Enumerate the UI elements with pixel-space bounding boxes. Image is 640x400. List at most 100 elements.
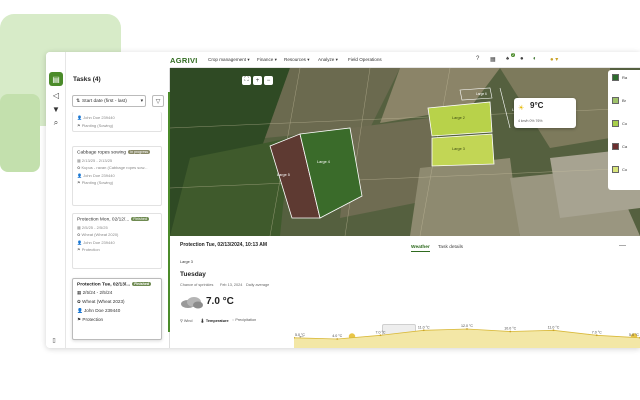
task-crop: ✿ Wheat (Wheat 2020) [77,232,119,238]
status-badge: Finished [132,282,152,286]
sun-icon: ☀ [518,105,525,112]
fullscreen-icon[interactable]: ⛶ [242,76,251,85]
temperature-data-label: 4.0 °C [332,334,342,338]
more-options-icon[interactable]: — [619,242,626,249]
legend-item[interactable]: Co [612,166,627,173]
tasks-title: Tasks (4) [73,76,101,83]
task-assignee: 👤 John Doe 239440 [77,308,121,314]
status-badge: In progress [128,150,151,154]
detail-title: Protection Tue, 02/13/2024, 10:13 AM [180,242,267,248]
temperature-point [509,330,512,333]
field-label: Large 2 [452,116,465,120]
legend-swatch [612,166,619,173]
filter-button[interactable]: ▽ [152,95,164,107]
messages-icon[interactable]: ● [520,56,524,62]
app-window: ▤ ◁ ▼ ⌕ ▯ AGRIVI Crop management ▾ Finan… [46,52,640,348]
field-label: Large 5 [277,173,290,177]
task-title: Protection Tue, 02/13/... Finished [77,282,152,288]
field-label: Large 6 [476,92,487,96]
legend-swatch [612,74,619,81]
precipitation-option[interactable]: ◌ Precipitation [232,318,256,322]
task-card-selected[interactable]: Protection Tue, 02/13/... Finished ▦ 2/5/… [72,278,162,340]
task-detail-panel: Protection Tue, 02/13/2024, 10:13 AM Wea… [170,236,640,348]
temperature-chart: 5.0 °C 4.0 °C 7.0 °C 11.0 °C 12.0 °C 10.0 °C 1… [294,324,640,348]
task-dates: ▦ 2/5/25 - 2/5/25 [77,224,108,230]
sort-dropdown[interactable]: ⇅ Start date (first - last) ▾ [72,95,146,107]
selected-day: Tuesday [180,271,206,278]
task-dates: ▦ 2/13/25 - 2/13/25 [77,157,113,163]
nav-resources[interactable]: Resources ▾ [284,57,310,63]
agrivi-logo: AGRIVI [170,56,198,65]
task-assignee: 👤 John Doe 239440 [77,115,115,120]
task-assignee: 👤 John Doe 239440 [77,239,115,245]
tasks-panel: Tasks (4) ⇅ Start date (first - last) ▾ ▽ … [66,68,170,348]
farm-icon[interactable]: ◐ [533,56,537,62]
field-label: Large 3 [452,147,465,151]
popup-weather-meta: 4 km/h 0% 76% [518,119,543,123]
chevron-down-icon: ▾ [140,98,143,104]
tab-task-details[interactable]: Task details [438,245,463,250]
nav-finance[interactable]: Finance ▾ [257,57,277,63]
legend-item[interactable]: Ra [612,74,627,81]
task-card[interactable]: 👤 John Doe 239440 ⚑ Planting (Sowing) [72,112,162,132]
task-card[interactable]: Protection Mon, 02/12/... Finished ▦ 2/5/… [72,213,162,269]
daily-average-label: Daily average [246,283,270,287]
temperature-point [552,329,555,332]
wind-option[interactable]: ⚲ Wind [180,318,193,323]
task-crop: ✿ Kupus - ravan (Cabbage ropes sow... [77,165,148,171]
task-title: Cabbage ropes sowing In progress [77,150,151,156]
user-avatar-icon[interactable]: ● ▾ [550,56,558,63]
legend-swatch [612,143,619,150]
left-rail: ▤ ◁ ▼ ⌕ ▯ [46,52,66,348]
temperature-data-label: 12.0 °C [461,324,473,328]
status-badge: Finished [131,217,149,221]
temperature-option[interactable]: 🌡 Temperature [200,318,229,323]
search-rail-icon[interactable]: ⌕ [49,116,63,130]
layers-rail-icon[interactable]: ◁ [49,88,63,102]
weather-popup[interactable]: ☀ 9°C 4 km/h 0% 76% [514,98,576,128]
precipitation-chance: Chance of sprinkles [180,283,214,287]
legend-item[interactable]: Br [612,97,626,104]
sort-icon: ⇅ [76,98,81,104]
cloud-icon [181,297,203,309]
filter-icon: ▽ [155,98,161,105]
temperature-data-label: 7.0 °C [375,330,385,334]
temperature-point [336,338,339,340]
legend-swatch [612,97,619,104]
map-legend: Ra Br Co Ca Co [608,70,640,190]
task-title: Protection Mon, 02/12/... Finished [77,217,149,223]
tasks-rail-icon[interactable]: ▤ [49,72,63,86]
zoom-out-icon[interactable]: − [264,76,273,85]
nav-field-operations[interactable]: Field Operations [348,57,382,62]
filter-rail-icon[interactable]: ▼ [49,102,63,116]
satellite-map[interactable]: ⛶ + − Large 5 Large 4 Large 2 Large 6 La… [170,68,640,236]
legend-item[interactable]: Co [612,120,627,127]
selected-date: Feb 13, 2024 [220,283,243,287]
task-card[interactable]: Cabbage ropes sowing In progress ▦ 2/13/2… [72,146,162,206]
task-type: ⚑ Protection [77,247,100,253]
notifications-icon[interactable]: ♠ [506,56,509,62]
collapse-panel-icon[interactable]: ▯ [48,335,60,345]
tab-weather[interactable]: Weather [411,245,430,252]
top-navigation: AGRIVI Crop management ▾ Finance ▾ Resou… [170,52,640,68]
field-name: Large 3 [180,260,193,264]
notification-badge: 2 [511,53,515,57]
zoom-in-icon[interactable]: + [253,76,262,85]
temperature-point [379,334,382,337]
nav-analyze[interactable]: Analyze ▾ [318,57,338,63]
legend-item[interactable]: Ca [612,143,627,150]
task-dates: ▦ 2/5/24 - 2/5/24 [77,290,113,296]
temperature-data-label: 11.0 °C [548,325,560,329]
temperature-point [422,329,425,332]
temperature-data-label: 5.0 °C [629,333,639,337]
calendar-icon[interactable]: ▦ [490,56,496,63]
nav-crop-management[interactable]: Crop management ▾ [208,57,250,63]
popup-temperature: 9°C [530,101,544,110]
map-toolbar: ⛶ + − [242,76,273,85]
help-icon[interactable]: ? [476,56,479,62]
current-temperature: 7.0 °C [206,296,234,307]
temperature-data-label: 7.0 °C [592,330,602,334]
task-type: ⚑ Planting (Sowing) [77,122,114,128]
task-type: ⚑ Planting (Sowing) [77,180,114,186]
temperature-data-label: 5.0 °C [295,333,305,337]
